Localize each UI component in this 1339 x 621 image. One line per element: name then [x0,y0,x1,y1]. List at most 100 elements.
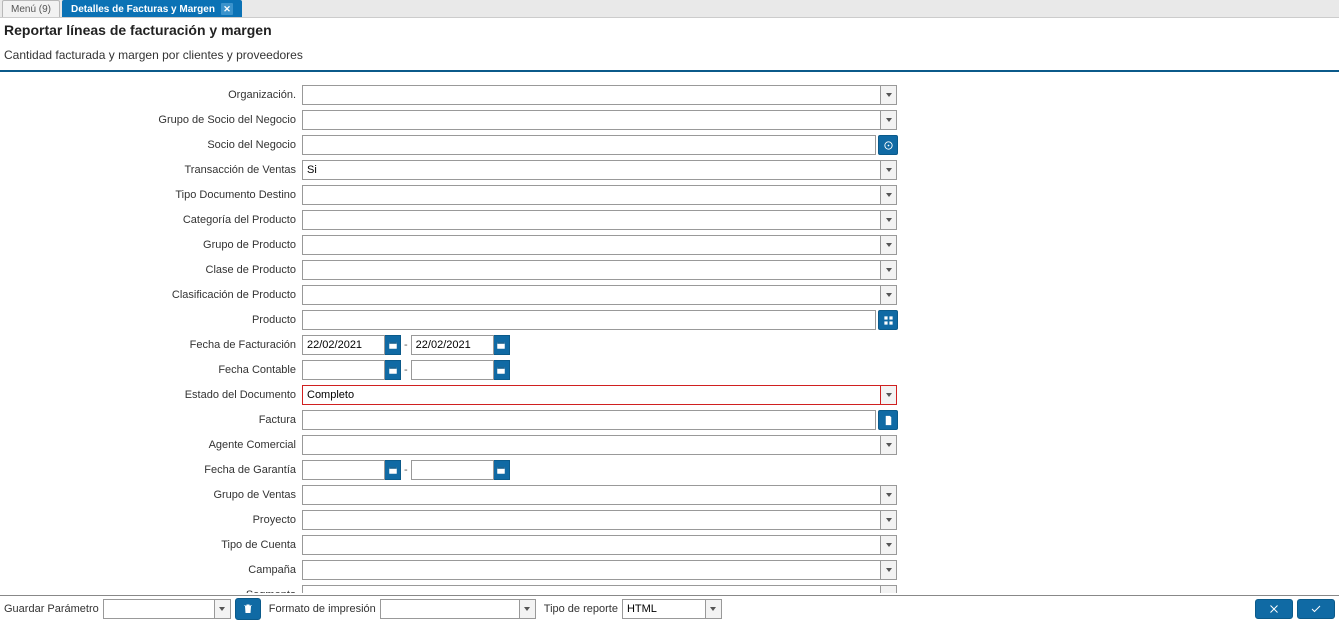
label-clase-producto: Clase de Producto [0,264,302,276]
clasificacion-producto-input[interactable] [302,285,881,305]
calendar-icon [388,465,398,475]
campana-dropdown-button[interactable] [881,560,897,580]
tab-bar: Menú (9) Detalles de Facturas y Margen ✕ [0,0,1339,18]
calendar-icon [496,340,506,350]
producto-input[interactable] [302,310,876,330]
label-grupo-ventas: Grupo de Ventas [0,489,302,501]
clasificacion-producto-dropdown-button[interactable] [881,285,897,305]
close-icon [1267,603,1281,615]
target-icon [883,140,894,151]
ok-button[interactable] [1297,599,1335,619]
fecha-facturacion-from-input[interactable] [302,335,385,355]
proyecto-dropdown-button[interactable] [881,510,897,530]
formato-impresion-dropdown-button[interactable] [520,599,536,619]
tab-menu-label: Menú (9) [11,4,51,15]
label-clasificacion-producto: Clasificación de Producto [0,289,302,301]
label-grupo-socio: Grupo de Socio del Negocio [0,114,302,126]
calendar-icon [388,340,398,350]
date-separator: - [401,464,411,476]
fecha-facturacion-from-calendar-button[interactable] [385,335,401,355]
label-tipo-cuenta: Tipo de Cuenta [0,539,302,551]
fecha-facturacion-to-calendar-button[interactable] [494,335,510,355]
title-area: Reportar líneas de facturación y margen … [0,18,1339,72]
trash-icon [242,602,254,615]
transaccion-ventas-input[interactable] [302,160,881,180]
date-separator: - [401,339,411,351]
categoria-producto-dropdown-button[interactable] [881,210,897,230]
tipo-doc-destino-input[interactable] [302,185,881,205]
fecha-garantia-from-input[interactable] [302,460,385,480]
label-estado-documento: Estado del Documento [0,389,302,401]
fecha-garantia-to-input[interactable] [411,460,494,480]
tipo-cuenta-dropdown-button[interactable] [881,535,897,555]
grupo-producto-input[interactable] [302,235,881,255]
proyecto-input[interactable] [302,510,881,530]
socio-input[interactable] [302,135,876,155]
factura-input[interactable] [302,410,876,430]
label-fecha-facturacion: Fecha de Facturación [0,339,302,351]
grid-icon [883,315,894,326]
delete-parameter-button[interactable] [235,598,261,620]
tipo-reporte-input[interactable] [622,599,706,619]
guardar-parametro-input[interactable] [103,599,215,619]
tipo-reporte-dropdown-button[interactable] [706,599,722,619]
label-fecha-contable: Fecha Contable [0,364,302,376]
estado-documento-input[interactable] [302,385,881,405]
date-separator: - [401,364,411,376]
segmento-input[interactable] [302,585,881,593]
label-fecha-garantia: Fecha de Garantía [0,464,302,476]
tipo-cuenta-input[interactable] [302,535,881,555]
label-proyecto: Proyecto [0,514,302,526]
categoria-producto-input[interactable] [302,210,881,230]
fecha-contable-to-calendar-button[interactable] [494,360,510,380]
organizacion-dropdown-button[interactable] [881,85,897,105]
fecha-garantia-to-calendar-button[interactable] [494,460,510,480]
label-segmento: Segmento [0,589,302,593]
grupo-ventas-input[interactable] [302,485,881,505]
socio-lookup-button[interactable] [878,135,898,155]
form-scroll-viewport[interactable]: Organización. Grupo de Socio del Negocio… [0,75,1339,593]
page-subtitle: Cantidad facturada y margen por clientes… [4,48,1335,62]
tab-active-label: Detalles de Facturas y Margen [71,4,215,15]
footer-bar: Guardar Parámetro Formato de impresión T… [0,595,1339,621]
campana-input[interactable] [302,560,881,580]
agente-comercial-input[interactable] [302,435,881,455]
check-icon [1309,603,1323,615]
tab-menu[interactable]: Menú (9) [2,0,60,17]
formato-impresion-input[interactable] [380,599,520,619]
label-organizacion: Organización. [0,89,302,101]
fecha-contable-to-input[interactable] [411,360,494,380]
fecha-facturacion-to-input[interactable] [411,335,494,355]
organizacion-input[interactable] [302,85,881,105]
label-transaccion-ventas: Transacción de Ventas [0,164,302,176]
transaccion-ventas-dropdown-button[interactable] [881,160,897,180]
cancel-button[interactable] [1255,599,1293,619]
fecha-garantia-from-calendar-button[interactable] [385,460,401,480]
grupo-producto-dropdown-button[interactable] [881,235,897,255]
label-campana: Campaña [0,564,302,576]
calendar-icon [388,365,398,375]
fecha-contable-from-calendar-button[interactable] [385,360,401,380]
label-formato-impresion: Formato de impresión [269,603,376,615]
guardar-parametro-dropdown-button[interactable] [215,599,231,619]
clase-producto-input[interactable] [302,260,881,280]
tab-detalles-facturas[interactable]: Detalles de Facturas y Margen ✕ [62,0,242,17]
calendar-icon [496,365,506,375]
grupo-socio-input[interactable] [302,110,881,130]
grupo-ventas-dropdown-button[interactable] [881,485,897,505]
clase-producto-dropdown-button[interactable] [881,260,897,280]
tab-close-icon[interactable]: ✕ [221,3,233,15]
parameter-form: Organización. Grupo de Socio del Negocio… [0,75,1339,593]
label-guardar-parametro: Guardar Parámetro [4,603,99,615]
label-producto: Producto [0,314,302,326]
agente-comercial-dropdown-button[interactable] [881,435,897,455]
segmento-dropdown-button[interactable] [881,585,897,593]
label-socio: Socio del Negocio [0,139,302,151]
estado-documento-dropdown-button[interactable] [881,385,897,405]
grupo-socio-dropdown-button[interactable] [881,110,897,130]
fecha-contable-from-input[interactable] [302,360,385,380]
tipo-doc-destino-dropdown-button[interactable] [881,185,897,205]
label-factura: Factura [0,414,302,426]
factura-lookup-button[interactable] [878,410,898,430]
producto-lookup-button[interactable] [878,310,898,330]
